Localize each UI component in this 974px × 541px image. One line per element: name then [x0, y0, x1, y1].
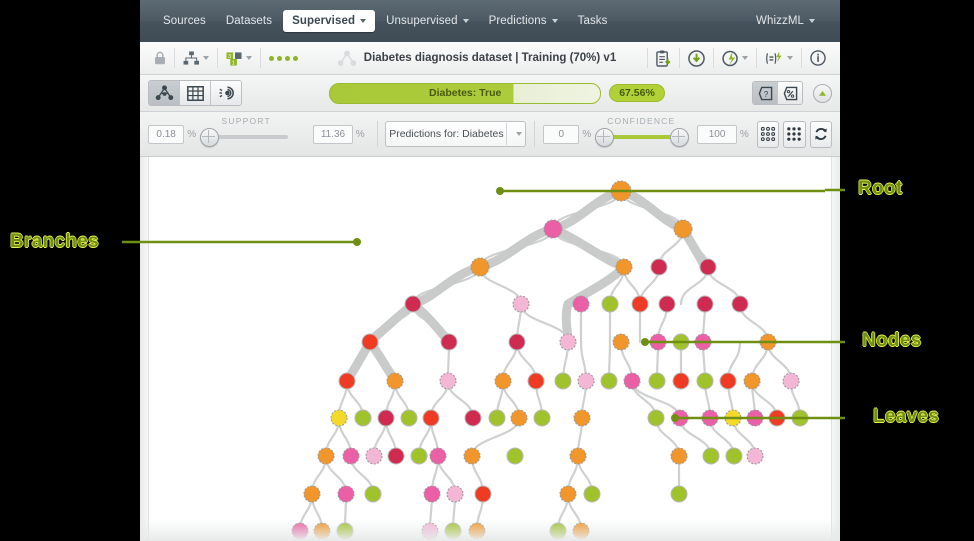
annotation-leader-lines — [122, 187, 845, 422]
annotation-anchor-dot — [496, 187, 504, 195]
annotation-anchor-dot — [641, 338, 649, 346]
annotation-anchor-dot — [671, 414, 679, 422]
annotation-anchor-dot — [353, 238, 361, 246]
screenshot-root: Sources Datasets Supervised Unsupervised… — [0, 0, 974, 541]
